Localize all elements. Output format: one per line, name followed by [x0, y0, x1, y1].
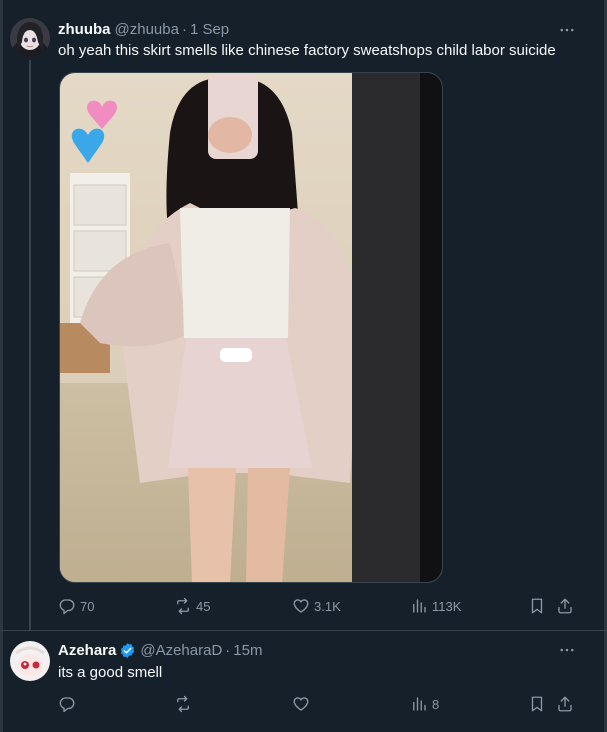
author-name[interactable]: zhuuba [58, 21, 111, 38]
more-icon[interactable] [557, 640, 577, 660]
avatar[interactable] [10, 641, 50, 681]
tweet-actions: 8 [58, 694, 583, 714]
author-handle[interactable]: @AzeharaD [140, 642, 222, 659]
bookmark-icon [528, 695, 546, 713]
tweet-timestamp[interactable]: 15m [233, 642, 262, 659]
reply-button[interactable]: 70 [58, 596, 94, 616]
tweet-header: zhuuba @zhuuba · 1 Sep [58, 21, 229, 38]
retweet-button[interactable]: 45 [174, 596, 210, 616]
like-icon [292, 597, 310, 615]
like-button[interactable] [292, 694, 314, 714]
tweet-text: its a good smell [58, 664, 163, 681]
author-handle[interactable]: @zhuuba [115, 21, 179, 38]
avatar[interactable] [10, 18, 50, 58]
reply-button[interactable] [58, 694, 80, 714]
share-button[interactable] [556, 596, 574, 616]
views-button[interactable]: 113K [410, 596, 461, 616]
thread-line [29, 60, 31, 630]
tweet-timestamp[interactable]: 1 Sep [190, 21, 229, 38]
bookmark-button[interactable] [528, 596, 546, 616]
tweet-header: Azehara @AzeharaD · 15m [58, 642, 262, 659]
retweet-icon [174, 597, 192, 615]
more-icon[interactable] [557, 20, 577, 40]
share-icon [556, 597, 574, 615]
retweet-button[interactable] [174, 694, 196, 714]
like-count: 3.1K [314, 598, 341, 614]
tweet-azehara[interactable]: Azehara @AzeharaD · 15m its a good smell [0, 630, 607, 732]
bookmark-icon [528, 597, 546, 615]
mirror-selfie-image [60, 73, 442, 582]
tweet-actions: 70 45 3.1K 113K [58, 596, 583, 616]
like-button[interactable]: 3.1K [292, 596, 341, 616]
views-icon [410, 695, 428, 713]
share-button[interactable] [556, 694, 574, 714]
tweet-zhuuba[interactable]: zhuuba @zhuuba · 1 Sep oh yeah this skir… [0, 0, 607, 630]
views-count: 113K [432, 598, 462, 614]
reply-icon [58, 597, 76, 615]
retweet-icon [174, 695, 192, 713]
views-icon [410, 597, 428, 615]
separator-dot: · [181, 21, 187, 38]
tweet-media-photo[interactable] [59, 72, 443, 583]
reply-icon [58, 695, 76, 713]
retweet-count: 45 [196, 598, 211, 614]
like-icon [292, 695, 310, 713]
separator-dot: · [225, 642, 231, 659]
views-button[interactable]: 8 [410, 694, 439, 714]
tweet-text: oh yeah this skirt smells like chinese f… [58, 42, 556, 59]
verified-badge-icon[interactable] [119, 642, 136, 659]
share-icon [556, 695, 574, 713]
views-count: 8 [432, 696, 440, 712]
reply-count: 70 [80, 598, 95, 614]
bookmark-button[interactable] [528, 694, 546, 714]
author-name[interactable]: Azehara [58, 642, 116, 659]
